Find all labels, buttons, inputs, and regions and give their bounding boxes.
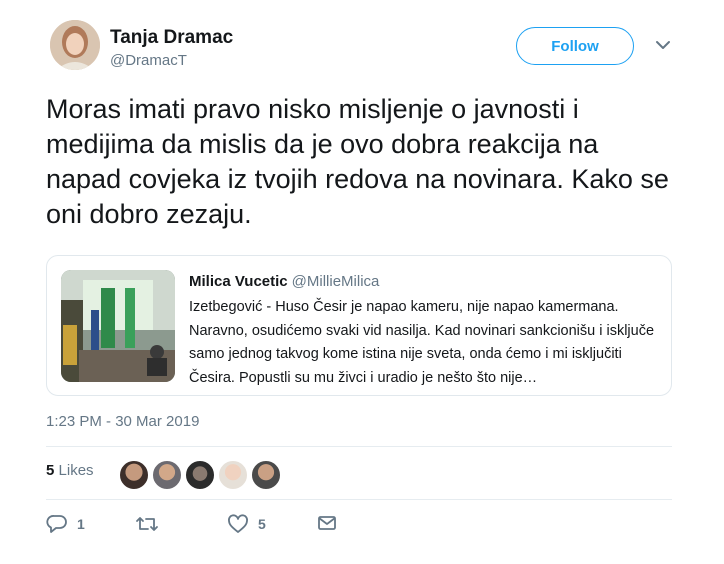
author-handle[interactable]: @DramacT — [110, 52, 187, 69]
like-count: 5 — [258, 516, 266, 532]
reply-count: 1 — [77, 516, 85, 532]
divider — [46, 446, 672, 447]
retweet-button[interactable] — [135, 514, 168, 534]
envelope-icon — [318, 516, 336, 530]
quoted-author-name[interactable]: Milica Vucetic — [189, 273, 288, 290]
quoted-author-handle[interactable]: @MillieMilica — [292, 273, 380, 290]
heart-icon — [228, 514, 248, 533]
avatar[interactable] — [250, 459, 282, 491]
likes-label: Likes — [58, 462, 94, 479]
retweet-icon — [136, 517, 158, 531]
follow-button[interactable]: Follow — [516, 27, 634, 65]
quoted-tweet-text: Izetbegović - Huso Česir je napao kameru… — [189, 299, 655, 386]
author-avatar[interactable] — [50, 20, 100, 70]
quoted-author[interactable]: Milica Vucetic @MillieMilica — [189, 273, 379, 290]
message-button[interactable] — [317, 514, 337, 532]
divider — [46, 499, 672, 500]
quoted-tweet-image — [61, 270, 175, 382]
tweet-timestamp[interactable]: 1:23 PM - 30 Mar 2019 — [46, 413, 199, 430]
author-name[interactable]: Tanja Dramac — [110, 27, 233, 49]
like-button[interactable]: 5 — [227, 514, 266, 534]
avatar[interactable] — [217, 459, 249, 491]
likes-summary[interactable]: 5 Likes — [46, 462, 94, 479]
quoted-tweet[interactable]: Milica Vucetic @MillieMilica Izetbegović … — [46, 255, 672, 396]
avatar[interactable] — [184, 459, 216, 491]
likes-count: 5 — [46, 462, 55, 479]
avatar[interactable] — [151, 459, 183, 491]
reply-button[interactable]: 1 — [46, 514, 85, 534]
tweet-text: Moras imati pravo nisko misljenje o javn… — [46, 94, 669, 229]
chevron-down-icon[interactable] — [654, 36, 672, 54]
avatar[interactable] — [118, 459, 150, 491]
reply-icon — [46, 515, 67, 533]
